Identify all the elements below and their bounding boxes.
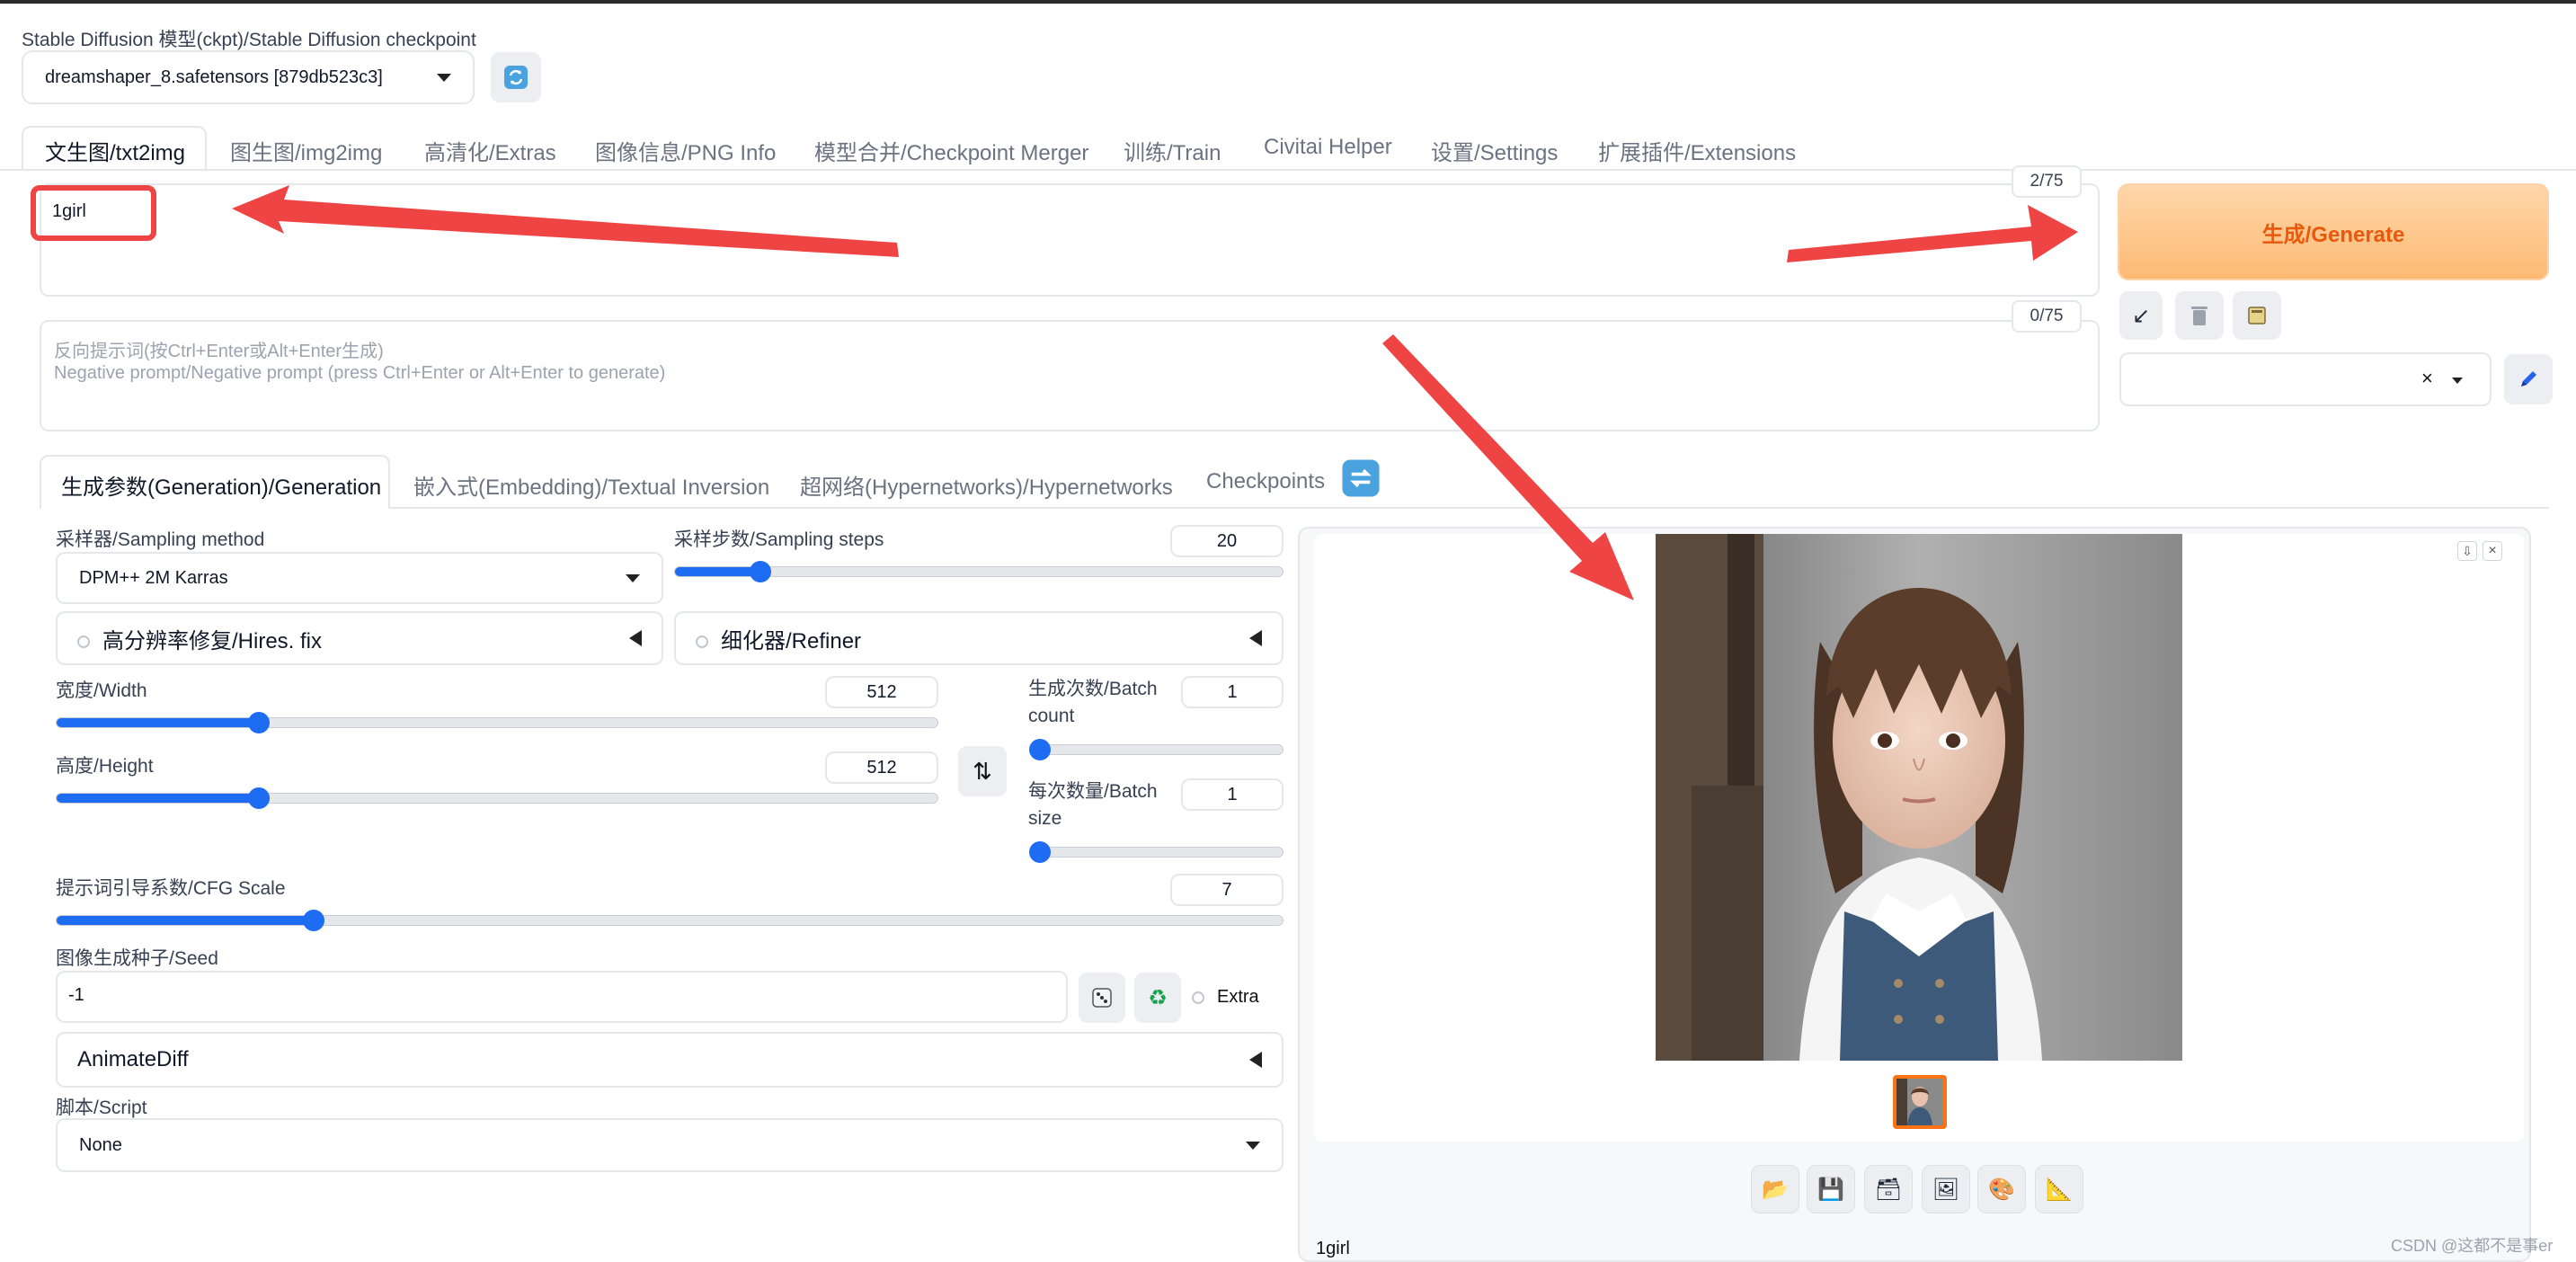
annotation-arrow-to-image: [1382, 334, 1634, 600]
annotation-arrow-to-prompt: [232, 185, 899, 257]
annotation-arrow-to-generate: [1787, 205, 2078, 262]
annotation-overlay: [232, 185, 2078, 600]
